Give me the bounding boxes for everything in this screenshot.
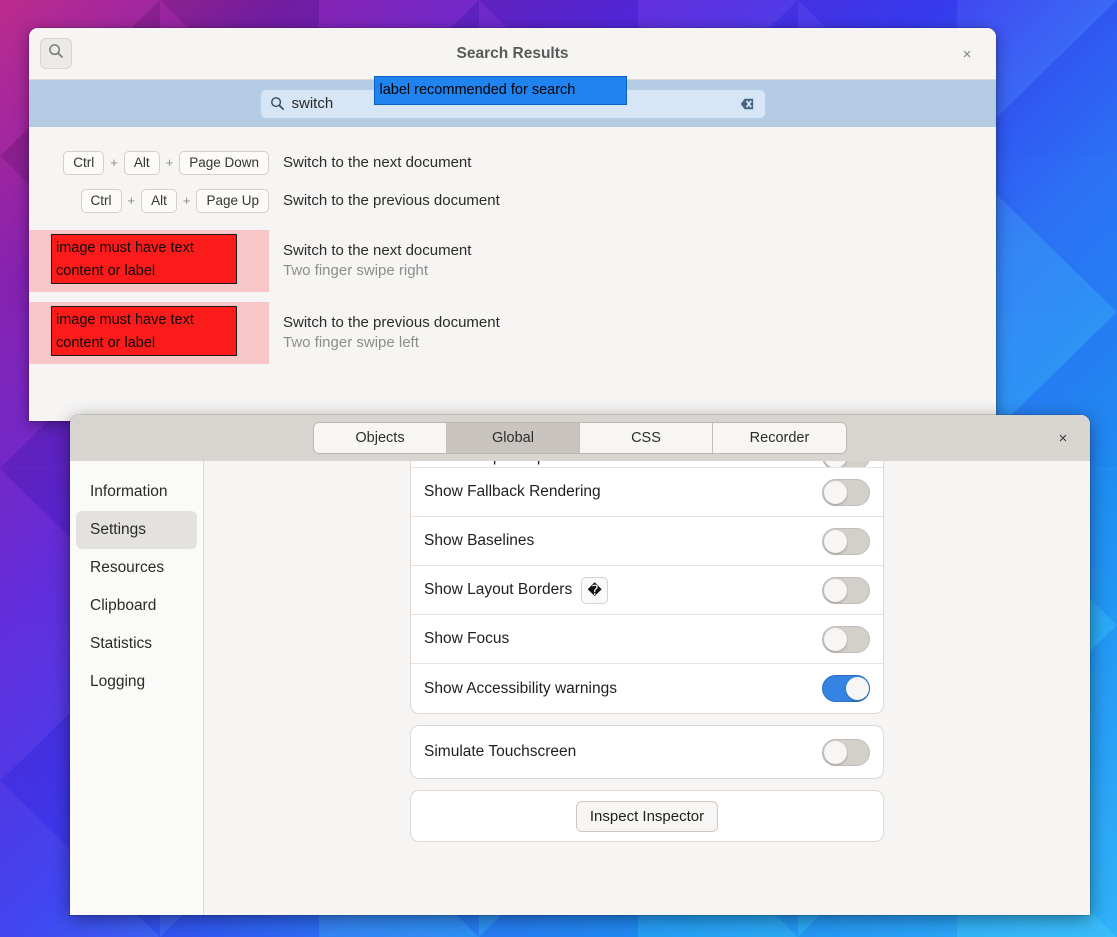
toggle-show-graphic-updates[interactable] xyxy=(822,461,870,468)
sidebar-item-resources[interactable]: Resources xyxy=(76,549,197,587)
setting-row-show-focus: Show Focus xyxy=(411,615,883,664)
toggle-knob xyxy=(824,530,847,553)
gesture-row: image must have text content or label Sw… xyxy=(29,230,996,292)
tab-objects[interactable]: Objects xyxy=(314,423,447,453)
key-separator: + xyxy=(177,193,197,208)
search-window-close-button[interactable]: × xyxy=(948,28,986,80)
toggle-show-focus[interactable] xyxy=(822,626,870,653)
settings-group-actions: Inspect Inspector xyxy=(410,790,884,842)
setting-row-show-baselines: Show Baselines xyxy=(411,517,883,566)
setting-row-show-layout-borders: Show Layout Borders � xyxy=(411,566,883,615)
setting-row-simulate-touchscreen: Simulate Touchscreen xyxy=(411,726,883,778)
setting-label: Show Accessibility warnings xyxy=(424,680,617,698)
gesture-subtitle: Two finger swipe left xyxy=(283,334,500,351)
inspector-titlebar: Objects Global CSS Recorder × xyxy=(70,415,1090,461)
search-window-titlebar: Search Results × xyxy=(29,28,996,80)
toggle-show-baselines[interactable] xyxy=(822,528,870,555)
gesture-image-warning-background: image must have text content or label xyxy=(29,302,269,364)
settings-list: Show Graphic Updates Show Fallback Rende… xyxy=(410,461,884,842)
inspector-tabs: Objects Global CSS Recorder xyxy=(313,422,847,454)
search-icon xyxy=(270,96,285,111)
search-results-body: Ctrl + Alt + Page Down Switch to the nex… xyxy=(29,127,996,421)
sidebar-item-information[interactable]: Information xyxy=(76,473,197,511)
setting-label: Show Focus xyxy=(424,630,509,648)
sidebar-item-clipboard[interactable]: Clipboard xyxy=(76,587,197,625)
search-input-value: switch xyxy=(292,95,334,112)
key-cap: Alt xyxy=(141,189,177,213)
gesture-image-warning-background: image must have text content or label xyxy=(29,230,269,292)
key-cap: Alt xyxy=(124,151,160,175)
tab-global[interactable]: Global xyxy=(447,423,580,453)
tab-recorder[interactable]: Recorder xyxy=(713,423,846,453)
setting-row-show-graphic-updates: Show Graphic Updates xyxy=(411,461,883,468)
setting-row-show-accessibility-warnings: Show Accessibility warnings xyxy=(411,664,883,713)
toggle-show-accessibility-warnings[interactable] xyxy=(822,675,870,702)
shortcut-description: Switch to the next document xyxy=(283,154,471,171)
inspector-close-button[interactable]: × xyxy=(1048,415,1078,461)
tab-css[interactable]: CSS xyxy=(580,423,713,453)
toggle-simulate-touchscreen[interactable] xyxy=(822,739,870,766)
toggle-knob xyxy=(824,579,847,602)
setting-label: Show Baselines xyxy=(424,532,534,550)
gesture-title: Switch to the previous document xyxy=(283,314,500,331)
inspector-content-settings: Show Graphic Updates Show Fallback Rende… xyxy=(204,461,1090,915)
setting-label: Show Layout Borders xyxy=(424,581,572,599)
setting-label: Simulate Touchscreen xyxy=(424,743,576,761)
gesture-subtitle: Two finger swipe right xyxy=(283,262,471,279)
gesture-row: image must have text content or label Sw… xyxy=(29,302,996,364)
settings-group-debug: Show Graphic Updates Show Fallback Rende… xyxy=(410,461,884,714)
shortcut-keys: Ctrl + Alt + Page Down xyxy=(29,151,269,175)
gesture-image-cell: image must have text content or label xyxy=(29,302,269,364)
toggle-show-layout-borders[interactable] xyxy=(822,577,870,604)
gesture-image-cell: image must have text content or label xyxy=(29,230,269,292)
toggle-show-fallback-rendering[interactable] xyxy=(822,479,870,506)
key-separator: + xyxy=(104,155,124,170)
sidebar-item-statistics[interactable]: Statistics xyxy=(76,625,197,663)
search-bar: switch label recommended for search xyxy=(29,80,996,127)
key-cap: Page Down xyxy=(179,151,269,175)
search-input[interactable]: switch label recommended for search xyxy=(260,89,766,119)
clear-icon[interactable] xyxy=(737,94,756,113)
toggle-knob xyxy=(846,677,869,700)
help-icon[interactable]: � xyxy=(581,577,608,604)
key-cap: Page Up xyxy=(196,189,269,213)
gesture-description: Switch to the next document Two finger s… xyxy=(283,230,471,279)
key-separator: + xyxy=(160,155,180,170)
setting-row-show-fallback-rendering: Show Fallback Rendering xyxy=(411,468,883,517)
a11y-warning-image-label: image must have text content or label xyxy=(51,234,237,284)
shortcut-keys: Ctrl + Alt + Page Up xyxy=(29,189,269,213)
key-cap: Ctrl xyxy=(81,189,122,213)
shortcut-row: Ctrl + Alt + Page Down Switch to the nex… xyxy=(29,148,996,177)
a11y-warning-search-label: label recommended for search xyxy=(374,76,627,105)
search-results-window: Search Results × switch label recommende… xyxy=(29,28,996,421)
shortcut-description: Switch to the previous document xyxy=(283,192,500,209)
sidebar-item-settings[interactable]: Settings xyxy=(76,511,197,549)
toggle-knob xyxy=(824,628,847,651)
gtk-inspector-window: Objects Global CSS Recorder × Informatio… xyxy=(70,415,1090,915)
toggle-knob xyxy=(824,481,847,504)
inspector-sidebar: Information Settings Resources Clipboard… xyxy=(70,461,204,915)
key-separator: + xyxy=(122,193,142,208)
settings-group-touchscreen: Simulate Touchscreen xyxy=(410,725,884,779)
toggle-knob xyxy=(824,741,847,764)
gesture-description: Switch to the previous document Two fing… xyxy=(283,302,500,351)
inspector-body: Information Settings Resources Clipboard… xyxy=(70,461,1090,915)
a11y-warning-image-label: image must have text content or label xyxy=(51,306,237,356)
inspect-inspector-button[interactable]: Inspect Inspector xyxy=(576,801,718,832)
toggle-knob xyxy=(824,461,847,468)
shortcut-row: Ctrl + Alt + Page Up Switch to the previ… xyxy=(29,186,996,215)
sidebar-item-logging[interactable]: Logging xyxy=(76,663,197,701)
search-window-title: Search Results xyxy=(29,28,996,80)
setting-label: Show Fallback Rendering xyxy=(424,483,601,501)
key-cap: Ctrl xyxy=(63,151,104,175)
gesture-title: Switch to the next document xyxy=(283,242,471,259)
setting-label: Show Graphic Updates xyxy=(424,461,583,466)
